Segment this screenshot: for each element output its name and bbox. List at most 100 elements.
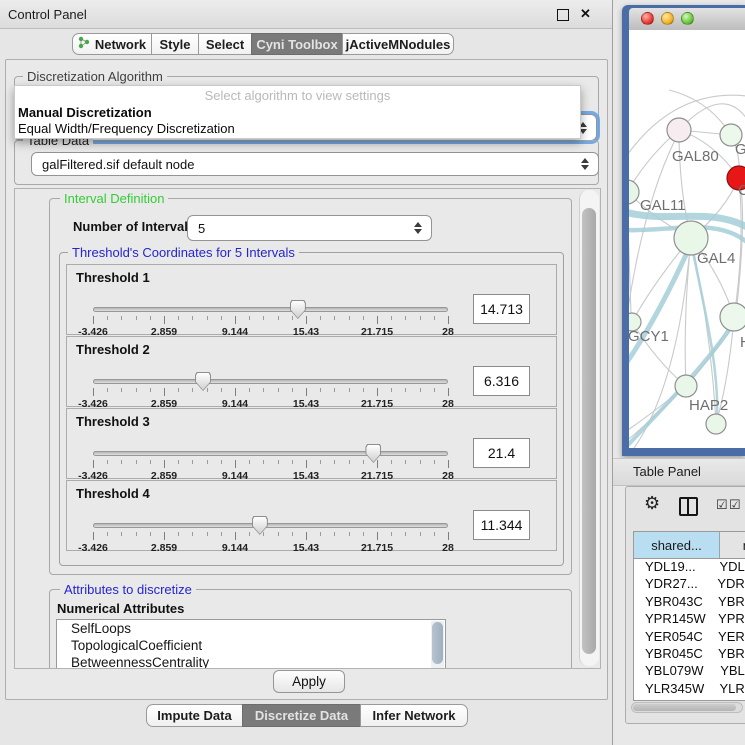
slider-scale: -3.4262.8599.14415.4321.71528 — [93, 542, 448, 554]
column-header-name[interactable]: n — [720, 532, 745, 558]
close-traffic-light-icon[interactable] — [641, 12, 654, 25]
threshold-value-field[interactable]: 11.344 — [473, 510, 530, 540]
table-horizontal-scrollbar[interactable] — [631, 702, 743, 713]
threshold-3-panel: Threshold 3 -3.4262.8599.14415.4321.7152… — [66, 408, 557, 479]
tab-jactivemnodules[interactable]: jActiveMNodules — [342, 33, 454, 55]
network-view-window: GAL80 GA C GAL11 GAL4 GCY1 H HAP2 — [622, 5, 745, 456]
list-item[interactable]: TopologicalCoefficient — [57, 637, 445, 654]
threshold-4-slider[interactable]: -3.4262.8599.14415.4321.71528 — [93, 518, 448, 552]
window-title: Control Panel — [8, 7, 87, 22]
dropdown-option-equal-width[interactable]: Equal Width/Frequency Discretization — [18, 121, 235, 136]
list-item[interactable]: BetweennessCentrality — [57, 654, 445, 669]
table-row[interactable]: YDL19...YDL1 — [634, 559, 745, 576]
table-panel-titlebar: Table Panel — [613, 458, 745, 486]
group-title: Discretization Algorithm — [23, 69, 167, 84]
scrollbar-thumb[interactable] — [582, 208, 596, 654]
threshold-value-field[interactable]: 14.713 — [473, 294, 530, 324]
threshold-label: Threshold 3 — [76, 414, 150, 429]
table-row[interactable]: YLR345WYLR3 — [634, 681, 745, 698]
settings-vertical-scrollbar[interactable] — [579, 190, 599, 666]
node-label-gal11: GAL11 — [640, 197, 686, 214]
slider-track[interactable] — [93, 307, 448, 312]
node-label-gal80: GAL80 — [672, 148, 719, 165]
table-panel: ⚙ ☑ ☑ shared... n YDL19...YDL1 YDR27...Y… — [625, 486, 745, 724]
list-item[interactable]: SelfLoops — [57, 620, 445, 637]
table-row[interactable]: YIL052CYIL0 — [634, 698, 745, 701]
column-header-shared-name[interactable]: shared... — [634, 532, 720, 558]
zoom-traffic-light-icon[interactable] — [681, 12, 694, 25]
table-row[interactable]: YPR145WYPR1 — [634, 611, 745, 628]
threshold-1-slider[interactable]: -3.4262.8599.14415.4321.71528 — [93, 302, 448, 336]
network-icon — [78, 36, 90, 52]
checkbox-icon[interactable]: ☑ — [716, 498, 728, 511]
tab-network[interactable]: Network — [72, 33, 152, 55]
slider-ticks — [93, 316, 448, 325]
gear-icon[interactable]: ⚙ — [644, 494, 660, 512]
network-canvas[interactable]: GAL80 GA C GAL11 GAL4 GCY1 H HAP2 — [629, 30, 745, 448]
threshold-label: Threshold 2 — [76, 342, 150, 357]
table-header-row: shared... n — [634, 532, 745, 559]
table-panel-title: Table Panel — [633, 464, 701, 479]
thresholds-group: Threshold's Coordinates for 5 Intervals … — [59, 252, 564, 566]
table-data-select[interactable]: galFiltered.sif default node — [31, 152, 599, 176]
tab-style[interactable]: Style — [151, 33, 199, 55]
table-row[interactable]: YER054CYER0 — [634, 629, 745, 646]
table-row[interactable]: YBR045CYBR0 — [634, 646, 745, 663]
numerical-attributes-list[interactable]: SelfLoops TopologicalCoefficient Between… — [56, 619, 446, 669]
node-label-gcy1: GCY1 — [629, 328, 669, 345]
split-table-icon[interactable] — [679, 497, 698, 516]
slider-track[interactable] — [93, 379, 448, 384]
node-attribute-table: shared... n YDL19...YDL1 YDR27...YDR2 YB… — [633, 531, 745, 701]
tab-discretize-data[interactable]: Discretize Data — [242, 704, 361, 727]
table-row[interactable]: YBL079WYBL0 — [634, 663, 745, 680]
slider-ticks — [93, 460, 448, 469]
tab-select[interactable]: Select — [198, 33, 252, 55]
number-of-intervals-spinner[interactable]: 5 — [187, 215, 432, 241]
tab-impute-data[interactable]: Impute Data — [146, 704, 243, 727]
minimize-traffic-light-icon[interactable] — [661, 12, 674, 25]
node-h[interactable] — [720, 303, 745, 331]
table-row[interactable]: YBR043CYBR0 — [634, 594, 745, 611]
cyni-toolbox-panel: Discretization Algorithm Select algorith… — [5, 59, 608, 700]
settings-scroll-pane: Interval Definition Number of Intervals … — [14, 188, 601, 669]
tab-infer-network[interactable]: Infer Network — [360, 704, 468, 727]
threshold-4-panel: Threshold 4 -3.4262.8599.14415.4321.7152… — [66, 480, 557, 551]
checkbox-icon[interactable]: ☑ — [729, 498, 741, 511]
apply-button[interactable]: Apply — [273, 670, 345, 693]
threshold-1-panel: Threshold 1 -3.4262.8599.14415.4321.7152… — [66, 264, 557, 335]
slider-ticks — [93, 388, 448, 397]
node-label-h-cut: H — [740, 334, 745, 351]
control-panel-window: Control Panel ✕ Network Style Select Cyn… — [0, 0, 613, 745]
screen: Control Panel ✕ Network Style Select Cyn… — [0, 0, 745, 745]
threshold-value-field[interactable]: 21.4 — [473, 438, 530, 468]
node-gal80[interactable] — [667, 118, 691, 142]
node-label-c-cut: C — [738, 182, 745, 199]
table-data-group: Table Data galFiltered.sif default node — [14, 140, 599, 185]
node-gal11[interactable] — [629, 180, 639, 204]
node-bottom[interactable] — [706, 414, 726, 434]
slider-ticks — [93, 532, 448, 541]
node-label-hap2: HAP2 — [689, 397, 728, 414]
tab-cyni-toolbox[interactable]: Cyni Toolbox — [251, 33, 343, 55]
node-label-ga-cut: GA — [735, 141, 745, 158]
number-of-intervals-label: Number of Intervals — [73, 219, 195, 234]
table-row[interactable]: YDR27...YDR2 — [634, 576, 745, 593]
float-window-icon[interactable] — [557, 9, 569, 21]
threshold-2-panel: Threshold 2 -3.4262.8599.14415.4321.7152… — [66, 336, 557, 407]
scrollbar-thumb[interactable] — [633, 704, 736, 711]
threshold-3-slider[interactable]: -3.4262.8599.14415.4321.71528 — [93, 446, 448, 480]
dropdown-option-manual[interactable]: Manual Discretization — [18, 105, 152, 120]
node-hap2[interactable] — [675, 375, 697, 397]
slider-track[interactable] — [93, 523, 448, 528]
threshold-value-field[interactable]: 6.316 — [473, 366, 530, 396]
threshold-2-slider[interactable]: -3.4262.8599.14415.4321.71528 — [93, 374, 448, 408]
close-icon[interactable]: ✕ — [580, 6, 591, 22]
numerical-attributes-label: Numerical Attributes — [57, 601, 184, 616]
list-scrollbar[interactable] — [431, 621, 444, 669]
threshold-label: Threshold 4 — [76, 486, 150, 501]
network-window-titlebar[interactable] — [629, 8, 745, 31]
dropdown-prompt: Select algorithm to view settings — [15, 88, 580, 103]
group-title: Attributes to discretize — [60, 582, 196, 597]
algorithm-dropdown-popup: Select algorithm to view settings Manual… — [14, 85, 581, 139]
slider-track[interactable] — [93, 451, 448, 456]
